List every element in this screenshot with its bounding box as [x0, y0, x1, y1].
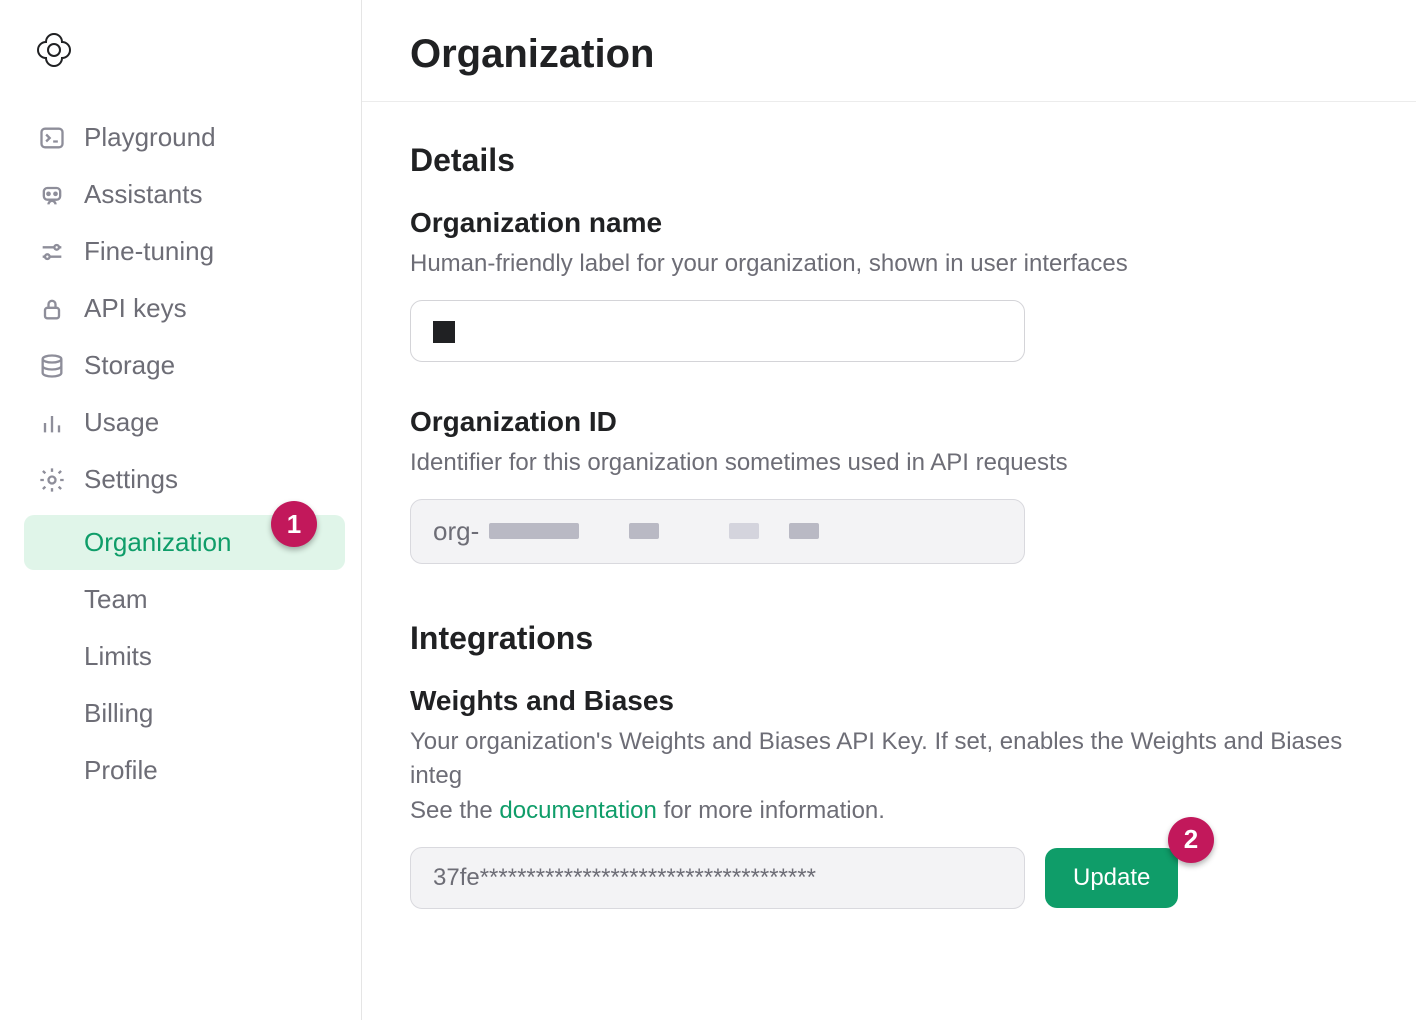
page-header: Organization — [362, 0, 1416, 102]
redacted-segment — [729, 523, 759, 539]
bar-chart-icon — [38, 409, 66, 437]
redacted-segment — [629, 523, 659, 539]
update-button[interactable]: Update — [1045, 848, 1178, 908]
sidebar-item-label: Assistants — [84, 179, 203, 210]
subnav-item-billing[interactable]: Billing — [24, 686, 345, 741]
terminal-icon — [38, 124, 66, 152]
redacted-segment — [489, 523, 579, 539]
wandb-desc-line2-pre: See the — [410, 797, 499, 824]
sidebar-item-label: Storage — [84, 350, 175, 381]
sidebar-item-assistants[interactable]: Assistants — [24, 167, 345, 222]
subnav-item-label: Limits — [84, 641, 152, 672]
content-area: Details Organization name Human-friendly… — [362, 102, 1416, 993]
subnav-item-label: Billing — [84, 698, 153, 729]
sidebar-item-api-keys[interactable]: API keys — [24, 281, 345, 336]
annotation-badge-1: 1 — [271, 501, 317, 547]
field-description: Human-friendly label for your organizati… — [410, 247, 1368, 282]
sidebar-item-label: API keys — [84, 293, 187, 324]
subnav-item-limits[interactable]: Limits — [24, 629, 345, 684]
database-icon — [38, 352, 66, 380]
sidebar-item-label: Settings — [84, 464, 178, 495]
wandb-input-row: Update 2 — [410, 847, 1368, 909]
field-org-id: Organization ID Identifier for this orga… — [410, 406, 1368, 564]
wandb-api-key-input[interactable] — [410, 847, 1025, 909]
annotation-badge-2: 2 — [1168, 817, 1214, 863]
logo — [24, 24, 345, 110]
redacted-value — [433, 321, 455, 343]
sidebar-item-usage[interactable]: Usage — [24, 395, 345, 450]
sidebar-item-label: Fine-tuning — [84, 236, 214, 267]
field-description: Your organization's Weights and Biases A… — [410, 725, 1368, 829]
field-label: Organization name — [410, 207, 1368, 239]
section-title-details: Details — [410, 142, 1368, 179]
field-description: Identifier for this organization sometim… — [410, 446, 1368, 481]
sidebar-item-label: Playground — [84, 122, 216, 153]
wandb-desc-line2-post: for more information. — [657, 797, 885, 824]
subnav-item-team[interactable]: Team — [24, 572, 345, 627]
settings-subnav: 1 Organization Team Limits Billing Profi… — [24, 515, 345, 798]
sidebar-item-fine-tuning[interactable]: Fine-tuning — [24, 224, 345, 279]
field-label: Organization ID — [410, 406, 1368, 438]
robot-icon — [38, 181, 66, 209]
redacted-segment — [789, 523, 819, 539]
sliders-icon — [38, 238, 66, 266]
org-id-prefix: org- — [433, 516, 479, 547]
sidebar-item-settings[interactable]: Settings — [24, 452, 345, 507]
sidebar-item-playground[interactable]: Playground — [24, 110, 345, 165]
page-title: Organization — [410, 32, 1368, 77]
subnav-item-label: Organization — [84, 527, 231, 558]
subnav-item-label: Team — [84, 584, 148, 615]
documentation-link[interactable]: documentation — [499, 797, 656, 824]
sidebar-nav: Playground Assistants Fine-tuning API ke… — [24, 110, 345, 798]
wandb-desc-line1: Your organization's Weights and Biases A… — [410, 728, 1342, 790]
lock-icon — [38, 295, 66, 323]
field-org-name: Organization name Human-friendly label f… — [410, 207, 1368, 362]
main-content: Organization Details Organization name H… — [362, 0, 1416, 1020]
org-id-display[interactable]: org- — [410, 499, 1025, 564]
sidebar-item-label: Usage — [84, 407, 159, 438]
sidebar-item-storage[interactable]: Storage — [24, 338, 345, 393]
field-wandb: Weights and Biases Your organization's W… — [410, 685, 1368, 909]
sidebar: Playground Assistants Fine-tuning API ke… — [0, 0, 362, 1020]
field-label: Weights and Biases — [410, 685, 1368, 717]
section-title-integrations: Integrations — [410, 620, 1368, 657]
org-name-input[interactable] — [410, 300, 1025, 362]
gear-icon — [38, 466, 66, 494]
subnav-item-label: Profile — [84, 755, 158, 786]
openai-logo-icon — [34, 30, 335, 70]
subnav-item-profile[interactable]: Profile — [24, 743, 345, 798]
